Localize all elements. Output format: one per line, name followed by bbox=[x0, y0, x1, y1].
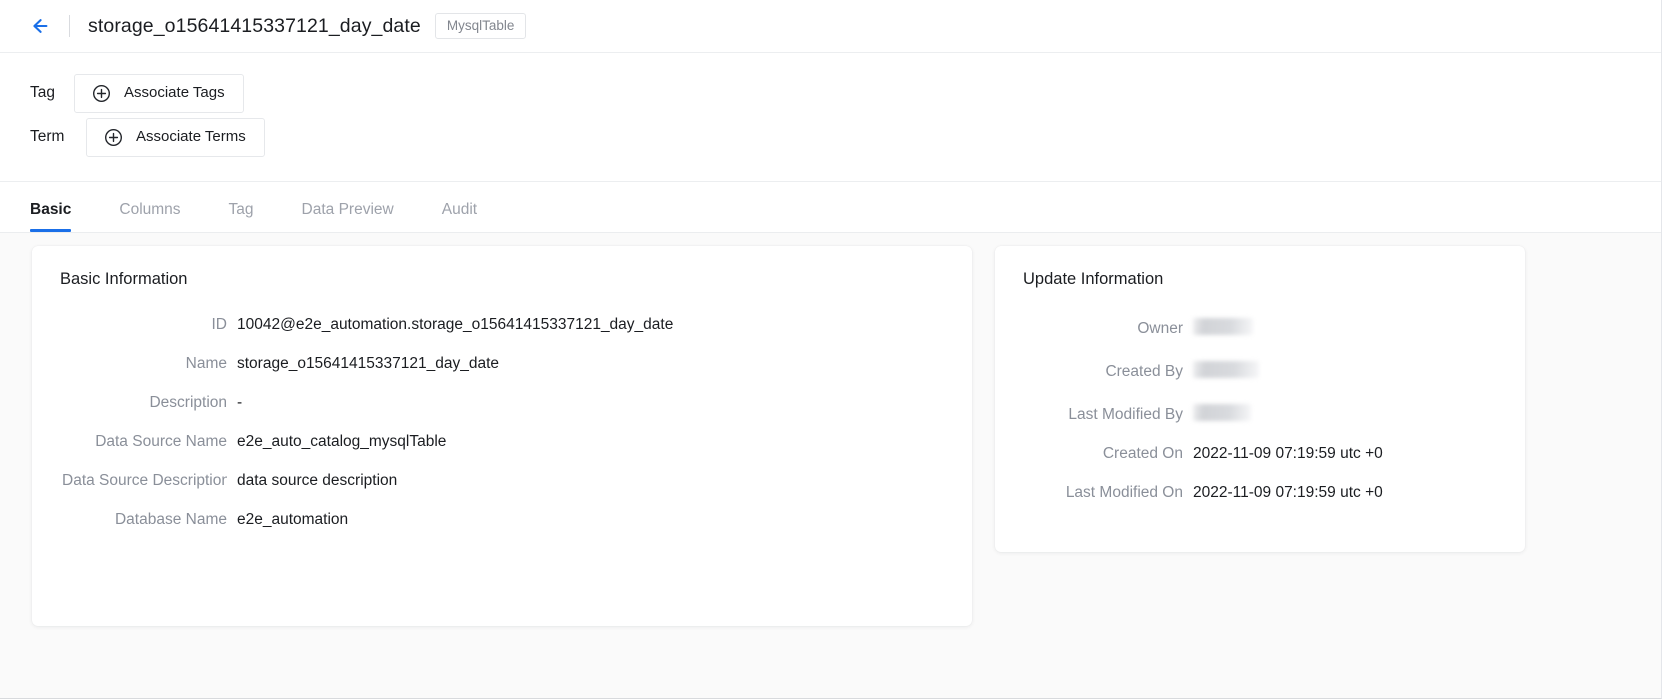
redacted-value bbox=[1193, 404, 1251, 421]
field-label: Description bbox=[149, 394, 227, 411]
tab-basic[interactable]: Basic bbox=[30, 201, 72, 232]
field-data-source-name: Data Source Name e2e_auto_catalog_mysqlT… bbox=[32, 433, 972, 451]
field-label: ID bbox=[211, 316, 228, 333]
field-value: 2022-11-09 07:19:59 utc +0 bbox=[1193, 484, 1383, 501]
field-label: Last Modified By bbox=[1068, 406, 1183, 423]
field-value: e2e_automation bbox=[237, 511, 349, 528]
tab-tag[interactable]: Tag bbox=[229, 201, 254, 232]
field-value bbox=[1183, 316, 1253, 338]
field-created-by: Created By bbox=[995, 359, 1525, 381]
field-value bbox=[1183, 402, 1251, 424]
page-header: storage_o15641415337121_day_date MysqlTa… bbox=[0, 0, 1661, 53]
back-arrow-icon[interactable] bbox=[27, 13, 53, 39]
field-id: ID 10042@e2e_automation.storage_o1564141… bbox=[32, 316, 972, 334]
field-last-modified-by: Last Modified By bbox=[995, 402, 1525, 424]
field-label: Last Modified On bbox=[1065, 484, 1183, 501]
field-label: Data Source Name bbox=[95, 433, 227, 450]
field-value: 2022-11-09 07:19:59 utc +0 bbox=[1193, 445, 1383, 462]
field-label: Database Name bbox=[114, 511, 227, 528]
field-value: e2e_auto_catalog_mysqlTable bbox=[237, 433, 447, 450]
field-label: Owner bbox=[1137, 320, 1183, 337]
field-label: Created By bbox=[1105, 363, 1183, 380]
update-information-title: Update Information bbox=[1023, 270, 1164, 288]
association-section: Tag Associate Tags Term Associate Terms bbox=[0, 53, 1661, 182]
field-description: Description - bbox=[32, 394, 972, 412]
field-data-source-description: Data Source Description data source desc… bbox=[32, 472, 972, 490]
field-label: Created On bbox=[1102, 445, 1183, 462]
basic-information-title: Basic Information bbox=[60, 270, 188, 288]
page-title: storage_o15641415337121_day_date bbox=[88, 14, 421, 37]
field-value: 10042@e2e_automation.storage_o1564141533… bbox=[237, 316, 674, 333]
associate-terms-label: Associate Terms bbox=[136, 127, 246, 145]
field-value: storage_o15641415337121_day_date bbox=[237, 355, 500, 372]
entity-type-badge: MysqlTable bbox=[434, 12, 527, 40]
associate-terms-button[interactable]: Associate Terms bbox=[86, 117, 265, 157]
term-label: Term bbox=[30, 128, 65, 145]
tag-label: Tag bbox=[30, 84, 55, 101]
redacted-value bbox=[1193, 318, 1253, 335]
field-value bbox=[1183, 359, 1259, 381]
tab-data-preview[interactable]: Data Preview bbox=[302, 201, 394, 232]
plus-circle-icon bbox=[104, 128, 123, 147]
basic-information-card: Basic Information ID 10042@e2e_automatio… bbox=[32, 246, 972, 626]
plus-circle-icon bbox=[92, 84, 111, 103]
detail-page: storage_o15641415337121_day_date MysqlTa… bbox=[0, 0, 1662, 699]
field-value: - bbox=[237, 394, 243, 411]
header-divider bbox=[69, 15, 70, 37]
field-created-on: Created On 2022-11-09 07:19:59 utc +0 bbox=[995, 445, 1525, 463]
field-value: data source description bbox=[237, 472, 398, 489]
field-label: Name bbox=[185, 355, 227, 372]
tag-association-row: Tag Associate Tags bbox=[0, 71, 1661, 115]
update-information-card: Update Information Owner Created By Last… bbox=[995, 246, 1525, 552]
tab-bar: Basic Columns Tag Data Preview Audit bbox=[0, 182, 1661, 233]
tab-audit[interactable]: Audit bbox=[442, 201, 477, 232]
associate-tags-label: Associate Tags bbox=[124, 83, 225, 101]
field-last-modified-on: Last Modified On 2022-11-09 07:19:59 utc… bbox=[995, 484, 1525, 502]
tab-content-basic: Basic Information ID 10042@e2e_automatio… bbox=[0, 233, 1661, 626]
associate-tags-button[interactable]: Associate Tags bbox=[74, 73, 244, 113]
redacted-value bbox=[1193, 361, 1259, 378]
term-association-row: Term Associate Terms bbox=[0, 115, 1661, 159]
field-database-name: Database Name e2e_automation bbox=[32, 511, 972, 529]
field-name: Name storage_o15641415337121_day_date bbox=[32, 355, 972, 373]
field-owner: Owner bbox=[995, 316, 1525, 338]
tab-columns[interactable]: Columns bbox=[119, 201, 180, 232]
field-label: Data Source Description bbox=[62, 472, 227, 489]
